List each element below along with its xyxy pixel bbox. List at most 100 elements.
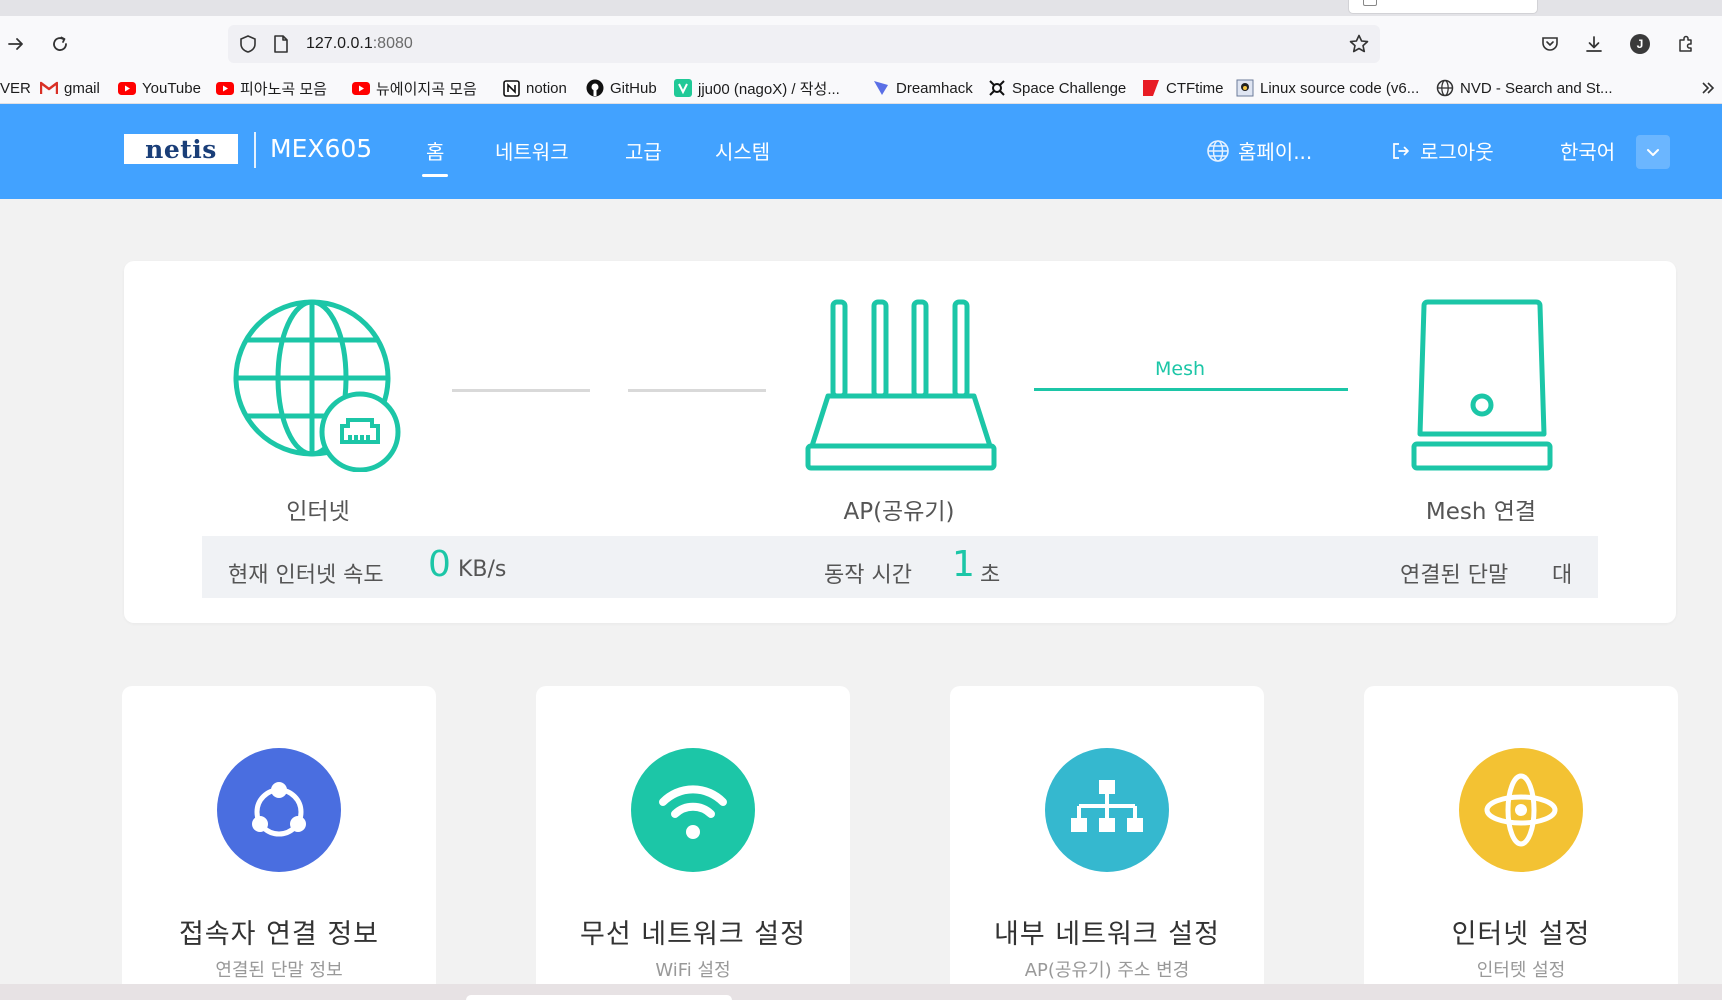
forward-button[interactable]: [0, 28, 32, 60]
pocket-button[interactable]: [1534, 28, 1566, 60]
bookmark-label: CTFtime: [1166, 79, 1224, 97]
bookmark-label: gmail: [64, 79, 100, 97]
address-bar[interactable]: 127.0.0.1:8080: [228, 25, 1380, 63]
taskbar-search[interactable]: [466, 995, 732, 1000]
velog-icon: [674, 79, 692, 97]
nav-advanced[interactable]: 고급: [625, 136, 662, 165]
mesh-node-icon[interactable]: [1410, 298, 1554, 474]
wifi-icon: [631, 748, 755, 872]
youtube-icon: [216, 79, 234, 97]
reload-icon: [53, 36, 67, 51]
bookmarks-bar: VER gmail YouTube 피아노곡 모음 뉴에이지곡 모음 notio…: [0, 72, 1722, 104]
card-subtitle: WiFi 설정: [655, 960, 731, 981]
globe-icon: [1207, 139, 1229, 162]
router-icon[interactable]: [804, 298, 998, 474]
bookmark-label: jju00 (nagoX) / 작성...: [698, 80, 840, 98]
chevron-double-right-icon: [1702, 82, 1715, 94]
card-title: 내부 네트워크 설정: [994, 919, 1220, 950]
bookmark-star-icon[interactable]: [1348, 33, 1370, 55]
link-line-1: [452, 389, 590, 392]
devices-label: 연결된 단말: [1400, 563, 1509, 588]
bookmark-notion[interactable]: notion: [502, 76, 567, 100]
mesh-link-line: [1034, 388, 1348, 391]
download-icon: [1586, 36, 1602, 52]
lan-tree-icon: [1045, 748, 1169, 872]
bookmarks-overflow-button[interactable]: [1700, 76, 1716, 100]
nav-home[interactable]: 홈: [421, 136, 449, 177]
extensions-button[interactable]: [1670, 28, 1702, 60]
bookmark-label: YouTube: [142, 79, 201, 97]
bookmark-newage[interactable]: 뉴에이지곡 모음: [352, 76, 477, 100]
browser-tab-active[interactable]: [1348, 0, 1538, 14]
gmail-icon: [40, 79, 58, 97]
ap-label: AP(공유기): [843, 499, 955, 525]
bookmark-label: 피아노곡 모음: [240, 80, 327, 98]
browser-toolbar: 127.0.0.1:8080 J: [0, 16, 1722, 72]
tab-favicon-icon: [1363, 0, 1377, 6]
puzzle-icon: [1679, 35, 1692, 52]
mesh-line-label: Mesh: [1154, 358, 1206, 380]
browser-tabstrip: [0, 0, 1722, 16]
nav-system[interactable]: 시스템: [715, 136, 770, 165]
card-wireless-settings[interactable]: 무선 네트워크 설정 WiFi 설정: [536, 686, 850, 1000]
card-title: 인터넷 설정: [1451, 919, 1591, 950]
mesh-label: Mesh 연결: [1425, 499, 1537, 525]
bookmark-label: Linux source code (v6...: [1260, 79, 1420, 97]
bookmark-label: GitHub: [610, 79, 657, 97]
bookmark-linux[interactable]: Linux source code (v6...: [1236, 76, 1419, 100]
os-taskbar: [0, 984, 1722, 1000]
pocket-icon: [1542, 37, 1558, 51]
speed-unit: KB/s: [458, 557, 507, 582]
internet-label: 인터넷: [286, 499, 350, 525]
card-subtitle: 연결된 단말 정보: [215, 960, 343, 981]
logout-button[interactable]: 로그아웃: [1390, 136, 1494, 165]
downloads-button[interactable]: [1578, 28, 1610, 60]
nav-network[interactable]: 네트워크: [495, 136, 569, 165]
bookmark-dreamhack[interactable]: Dreamhack: [872, 76, 973, 100]
card-connection-info[interactable]: 접속자 연결 정보 연결된 단말 정보: [122, 686, 436, 1000]
bookmark-nvd[interactable]: NVD - Search and St...: [1436, 76, 1613, 100]
page-icon: [274, 35, 288, 53]
bookmark-naver[interactable]: VER: [0, 76, 31, 100]
bookmark-ctftime[interactable]: CTFtime: [1142, 76, 1224, 100]
bookmark-piano[interactable]: 피아노곡 모음: [216, 76, 327, 100]
internet-globe-icon[interactable]: [232, 298, 404, 472]
bookmark-label: 뉴에이지곡 모음: [376, 80, 477, 98]
bookmark-label: Space Challenge: [1012, 79, 1127, 97]
bookmark-velog[interactable]: jju00 (nagoX) / 작성...: [674, 76, 840, 100]
atom-icon: [1459, 748, 1583, 872]
linux-icon: [1236, 79, 1254, 97]
bookmark-label: VER: [0, 79, 31, 97]
dreamhack-icon: [872, 79, 890, 97]
url-text[interactable]: 127.0.0.1:8080: [306, 35, 413, 53]
profile-button[interactable]: J: [1624, 28, 1656, 60]
model-name: MEX605: [270, 134, 373, 163]
bookmark-github[interactable]: GitHub: [586, 76, 657, 100]
netis-logo[interactable]: netis: [124, 134, 238, 164]
bookmark-label: notion: [526, 79, 567, 97]
link-line-2: [628, 389, 766, 392]
devices-unit: 대: [1552, 563, 1573, 588]
logout-icon: [1393, 142, 1409, 159]
bookmark-label: Dreamhack: [896, 79, 973, 97]
chevron-down-icon: [1647, 149, 1659, 156]
reload-button[interactable]: [44, 28, 76, 60]
card-title: 무선 네트워크 설정: [580, 919, 806, 950]
language-dropdown-button[interactable]: [1636, 135, 1670, 169]
bookmark-label: NVD - Search and St...: [1460, 79, 1613, 97]
card-internet-settings[interactable]: 인터넷 설정 인터텟 설정: [1364, 686, 1678, 1000]
bookmark-gmail[interactable]: gmail: [40, 76, 100, 100]
bookmark-space-challenge[interactable]: Space Challenge: [988, 76, 1126, 100]
bookmark-youtube[interactable]: YouTube: [118, 76, 201, 100]
language-label[interactable]: 한국어: [1560, 136, 1615, 165]
share-nodes-icon: [217, 748, 341, 872]
arrow-right-icon: [8, 38, 23, 50]
logout-label: 로그아웃: [1420, 140, 1494, 164]
speed-value: 0: [428, 544, 451, 585]
uptime-value: 1: [952, 544, 975, 585]
card-title: 접속자 연결 정보: [178, 919, 380, 950]
logo-divider: [254, 132, 256, 168]
homepage-link[interactable]: 홈페이...: [1206, 136, 1312, 165]
card-lan-settings[interactable]: 내부 네트워크 설정 AP(공유기) 주소 변경: [950, 686, 1264, 1000]
uptime-unit: 초: [980, 563, 1001, 588]
